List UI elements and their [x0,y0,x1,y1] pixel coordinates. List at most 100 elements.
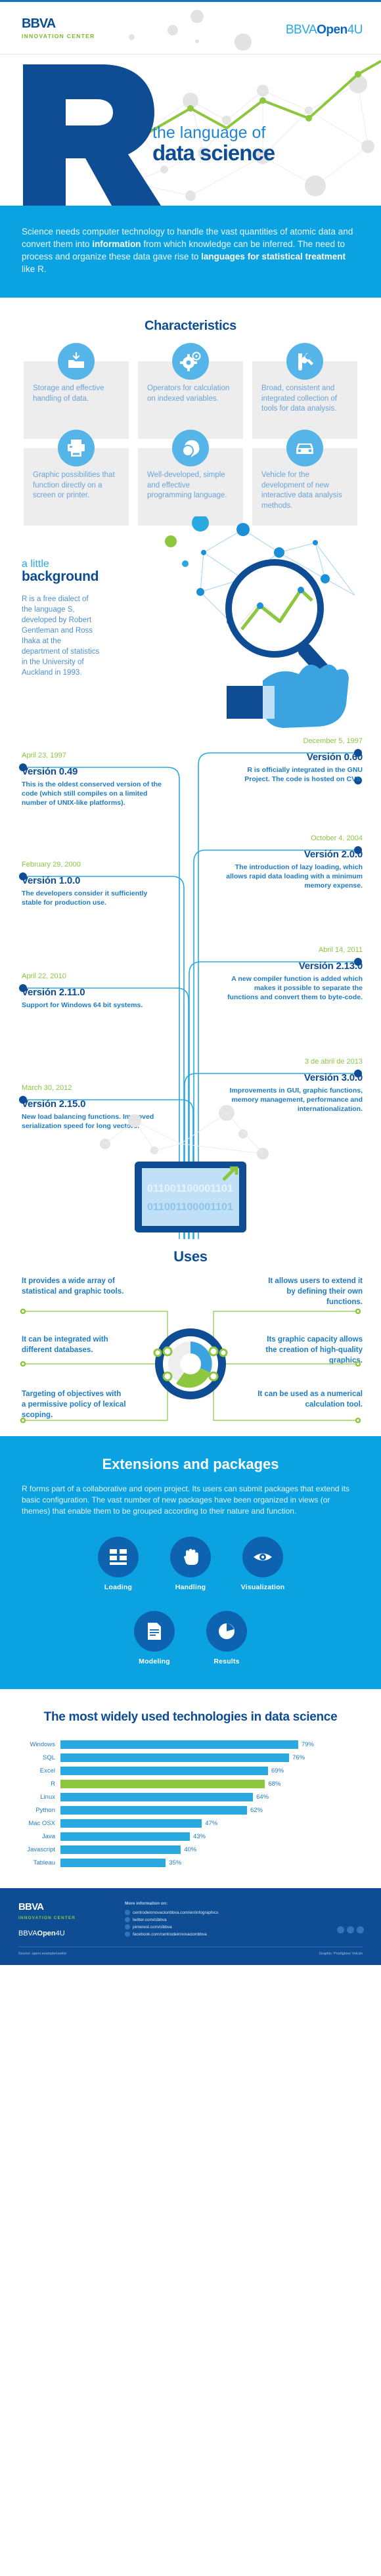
timeline-entry: April 22, 2010 Versión 2.11.0 Support fo… [22,972,163,1010]
timeline-description: The developers consider it sufficiently … [22,890,148,907]
extensions-title: Extensions and packages [102,1456,279,1472]
bar-value-label: 62% [250,1807,263,1814]
page-header: BBVA INNOVATION CENTER BBVAOpen4U [0,2,381,55]
bar-fill [60,1767,269,1775]
extension-item[interactable]: Loading [91,1537,146,1591]
footer-open4u-c: 4U [55,1930,65,1937]
eye-icon [242,1537,283,1577]
extension-item[interactable]: Visualization [235,1537,290,1591]
bar-row: Javascript 40% [20,1845,361,1855]
car-icon [286,430,323,466]
bar-track: 69% [60,1767,361,1775]
footer-link-text: pinterest.com/cibbva [133,1924,172,1930]
footer-social-icons [337,1926,364,1933]
characteristics-grid: Storage and effective handling of data. … [0,343,381,526]
timeline-date: December 5, 1997 [303,737,363,745]
svg-text:011001100001101: 011001100001101 [147,1202,233,1213]
bar-fill [60,1832,190,1841]
bar-track: 47% [60,1819,361,1828]
bar-category-label: Tableau [33,1859,55,1866]
uses-donut-diagram [20,1308,361,1424]
bar-row: Windows 79% [20,1740,361,1750]
characteristics-title: Characteristics [144,319,237,333]
extensions-paragraph: R forms part of a collaborative and open… [22,1484,349,1516]
document-icon [134,1611,175,1652]
intro-band: Science needs computer technology to han… [0,206,381,298]
bar-track: 79% [60,1740,361,1749]
footer-source: Source: openr.example/useful [18,1952,66,1956]
folder-download-icon [58,343,95,380]
footer-link[interactable]: pinterest.com/cibbva [125,1924,218,1930]
bbva-logo[interactable]: BBVA [22,16,56,32]
footer-link[interactable]: twitter.com/cibbva [125,1917,218,1922]
timeline-version: Versión 1.0.0 [22,875,81,886]
timeline-description: A new compiler function is added which m… [227,975,363,1001]
open4u-part-b: Open [317,23,347,37]
timeline-date: October 4, 2004 [311,834,363,842]
hero-section: the language of data science [0,55,381,206]
footer-open4u-a: BBVA [18,1930,37,1937]
page-footer: BBVA INNOVATION CENTER BBVAOpen4U More i… [0,1888,381,1965]
footer-open4u-b: Open [37,1930,56,1937]
bar-track: 40% [60,1845,361,1854]
bar-row: Mac OSX 47% [20,1819,361,1828]
bar-fill [60,1753,290,1762]
extension-item[interactable]: Results [199,1611,254,1665]
bar-category-label: Mac OSX [28,1820,55,1827]
bar-value-label: 64% [256,1794,269,1801]
social-twitter-icon[interactable] [337,1926,344,1933]
characteristic-text: Well-developed, simple and effective pro… [147,471,227,499]
pinterest-icon [125,1924,130,1930]
timeline-version: Versión 2.13.0 [298,960,363,972]
bar-row: R 68% [20,1779,361,1789]
characteristics-section: Characteristics Storage and effective ha… [0,298,381,543]
bar-fill [60,1819,202,1828]
intro-bold-2: languages for statistical treatment [201,252,346,261]
bar-track: 76% [60,1753,361,1762]
characteristic-text: Broad, consistent and integrated collect… [261,384,338,413]
footer-link[interactable]: facebook.com/centrodeinnovacionbbva [125,1932,218,1937]
extensions-section: Extensions and packages R forms part of … [0,1436,381,1689]
extension-item[interactable]: Handling [163,1537,218,1591]
bar-fill [60,1845,181,1854]
bar-track: 64% [60,1793,361,1801]
social-google-icon[interactable] [357,1926,364,1933]
timeline-version: Versión 0.49 [22,766,78,777]
extension-label: Handling [175,1583,206,1591]
uses-title: Uses [173,1248,208,1265]
bar-category-label: Java [41,1833,55,1840]
decorative-dot [168,25,178,35]
extension-label: Results [213,1658,240,1665]
bar-track: 62% [60,1806,361,1815]
magnifier-network-graphic [165,516,355,728]
social-facebook-icon[interactable] [347,1926,354,1933]
bar-track: 68% [60,1780,361,1788]
bar-category-label: Windows [30,1741,55,1748]
timeline-version: Versión 2.11.0 [22,987,85,998]
bar-category-label: Javascript [27,1846,55,1853]
bar-value-label: 47% [205,1820,218,1827]
bar-row: SQL 76% [20,1753,361,1763]
chat-bubbles-icon [172,430,209,466]
characteristic-text: Graphic possibilities that function dire… [33,471,115,499]
decorative-dot [235,34,252,51]
monitor-binary-text: 011001100001101 [147,1183,233,1194]
timeline-section: April 23, 1997 Versión 0.49 This is the … [0,737,381,1239]
hero-subtitle-light: the language of [152,124,266,142]
open4u-part-c: 4U [347,23,363,37]
bar-category-label: SQL [42,1754,55,1761]
footer-link[interactable]: centrodeinnovacionbbva.com/en/infographi… [125,1910,218,1915]
characteristic-card: Broad, consistent and integrated collect… [252,343,357,439]
timeline-date: April 23, 1997 [22,752,66,759]
timeline-version: Versión 2.0.0 [303,849,363,860]
timeline-entry: Abril 14, 2011 Versión 2.13.0 A new comp… [221,946,363,1002]
decorative-dot [129,34,135,40]
characteristic-text: Vehicle for the development of new inter… [261,471,342,510]
timeline-entry: December 5, 1997 Versión 0.60 R is offic… [221,737,363,784]
bbva-open4u-logo[interactable]: BBVAOpen4U [286,23,363,37]
intro-paragraph: Science needs computer technology to han… [22,225,359,275]
extension-item[interactable]: Modeling [127,1611,182,1665]
pie-chart-icon [206,1611,247,1652]
bar-row: Linux 64% [20,1792,361,1802]
tools-icon [286,343,323,380]
